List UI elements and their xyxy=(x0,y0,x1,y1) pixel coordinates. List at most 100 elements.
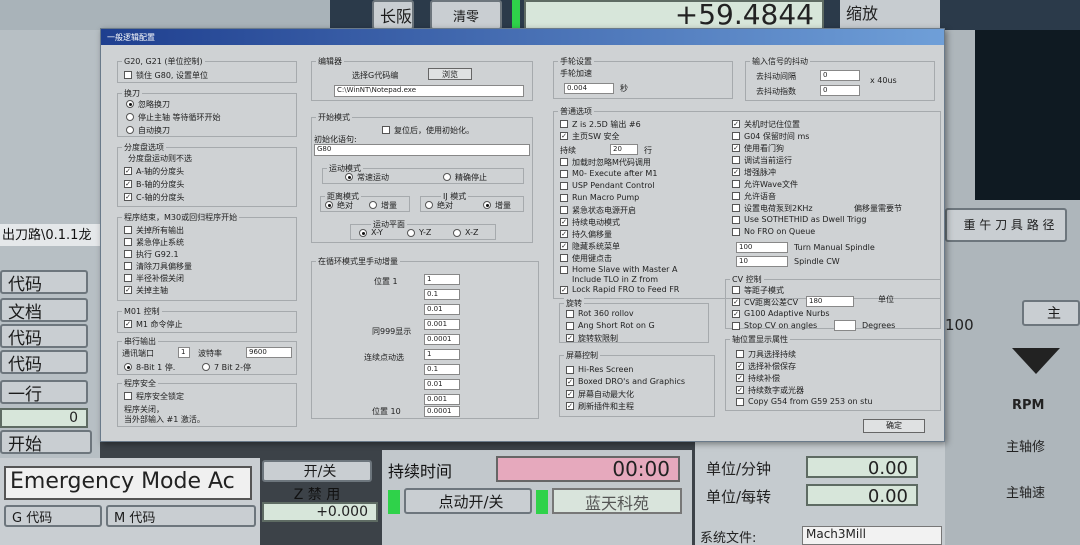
ij-inc-radio[interactable] xyxy=(483,201,491,209)
general-r6-checkbox[interactable] xyxy=(732,192,740,200)
toolchange-radio-stop[interactable] xyxy=(126,113,134,121)
spindle-cw-input[interactable]: 10 xyxy=(736,256,788,267)
b-axis-checkbox[interactable]: ✓ xyxy=(124,180,132,188)
cv-distance-checkbox[interactable]: ✓ xyxy=(732,298,740,306)
general-l3-checkbox[interactable] xyxy=(560,170,568,178)
general-l11-checkbox[interactable] xyxy=(560,266,568,274)
g100-nurbs-checkbox[interactable]: ✓ xyxy=(732,310,740,318)
stop-cv-angles-checkbox[interactable] xyxy=(732,322,740,330)
general-l1-checkbox[interactable]: ✓ xyxy=(560,132,568,140)
general-r7-checkbox[interactable] xyxy=(732,204,740,212)
plane-yz-radio[interactable] xyxy=(407,229,415,237)
general-r2-checkbox[interactable]: ✓ xyxy=(732,144,740,152)
left-button-4[interactable]: 代码 xyxy=(0,350,88,374)
top-button-a[interactable]: 长阪 xyxy=(372,0,414,30)
ok-button[interactable]: 确定 xyxy=(863,419,925,433)
general-l7-checkbox[interactable]: ✓ xyxy=(560,218,568,226)
jog-value-8[interactable]: 0.01 xyxy=(424,379,460,390)
end-g92-checkbox[interactable] xyxy=(124,250,132,258)
persist-comp-checkbox[interactable]: ✓ xyxy=(736,374,744,382)
c-axis-checkbox[interactable]: ✓ xyxy=(124,193,132,201)
refresh-plugins-checkbox[interactable]: ✓ xyxy=(566,402,574,410)
motion-exact-radio[interactable] xyxy=(443,173,451,181)
general-r8-checkbox[interactable] xyxy=(732,216,740,224)
general-r1-checkbox[interactable] xyxy=(732,132,740,140)
rot-soft-limit-checkbox[interactable]: ✓ xyxy=(566,334,574,342)
general-l2-checkbox[interactable] xyxy=(560,158,568,166)
m1-stop-checkbox[interactable]: ✓ xyxy=(124,320,132,328)
general-l6-checkbox[interactable] xyxy=(560,206,568,214)
left-button-5[interactable]: 一行 xyxy=(0,380,88,404)
cv-plasma-checkbox[interactable] xyxy=(732,286,740,294)
gcode-tab[interactable]: G 代码 xyxy=(4,505,102,527)
end-radius-comp-checkbox[interactable] xyxy=(124,274,132,282)
ang-short-rot-checkbox[interactable] xyxy=(566,322,574,330)
mcode-tab[interactable]: M 代码 xyxy=(106,505,256,527)
end-estop-checkbox[interactable] xyxy=(124,238,132,246)
safety-lock-checkbox[interactable] xyxy=(124,392,132,400)
general-r0-checkbox[interactable]: ✓ xyxy=(732,120,740,128)
general-r5-checkbox[interactable] xyxy=(732,180,740,188)
tool-select-persist-checkbox[interactable] xyxy=(736,350,744,358)
persist-digital-checkbox[interactable]: ✓ xyxy=(736,386,744,394)
general-l0-checkbox[interactable] xyxy=(560,120,568,128)
jog-value-1[interactable]: 1 xyxy=(424,274,460,285)
manual-spindle-input[interactable]: 100 xyxy=(736,242,788,253)
debounce-index-input[interactable]: 0 xyxy=(820,85,860,96)
lines-input[interactable]: 20 xyxy=(610,144,638,155)
left-button-2[interactable]: 文档 xyxy=(0,298,88,322)
hires-checkbox[interactable] xyxy=(566,366,574,374)
handwheel-accel-input[interactable]: 0.004 xyxy=(564,83,614,94)
general-l10-checkbox[interactable] xyxy=(560,254,568,262)
distance-abs-radio[interactable] xyxy=(325,201,333,209)
general-r9-checkbox[interactable] xyxy=(732,228,740,236)
jog-value-9[interactable]: 0.001 xyxy=(424,394,460,405)
general-l5-checkbox[interactable] xyxy=(560,194,568,202)
end-outputs-checkbox[interactable] xyxy=(124,226,132,234)
serial-port-input[interactable]: 1 xyxy=(178,347,190,358)
general-r3-checkbox[interactable] xyxy=(732,156,740,164)
debounce-interval-input[interactable]: 0 xyxy=(820,70,860,81)
jog-value-10[interactable]: 0.0001 xyxy=(424,406,460,417)
plane-xy-radio[interactable] xyxy=(359,229,367,237)
init-string-input[interactable]: G80 xyxy=(314,144,530,156)
distance-inc-radio[interactable] xyxy=(369,201,377,209)
boxed-dro-checkbox[interactable]: ✓ xyxy=(566,378,574,386)
bits-7-radio[interactable] xyxy=(202,363,210,371)
jog-onoff-button[interactable]: 点动开/关 xyxy=(404,488,532,514)
zero-x-button[interactable]: 清零 xyxy=(430,0,502,30)
stop-cv-angle-input[interactable] xyxy=(834,320,856,331)
left-button-1[interactable]: 代码 xyxy=(0,270,88,294)
cycle-start-button[interactable]: 开始 xyxy=(0,430,92,454)
toolchange-radio-auto[interactable] xyxy=(126,126,134,134)
auto-maximize-checkbox[interactable]: ✓ xyxy=(566,390,574,398)
toolchange-radio-ignore[interactable] xyxy=(126,100,134,108)
left-button-3[interactable]: 代码 xyxy=(0,324,88,348)
jog-value-4[interactable]: 0.001 xyxy=(424,319,460,330)
plane-xz-radio[interactable] xyxy=(453,229,461,237)
general-l9-checkbox[interactable]: ✓ xyxy=(560,242,568,250)
end-spindle-checkbox[interactable]: ✓ xyxy=(124,286,132,294)
general-l13-checkbox[interactable]: ✓ xyxy=(560,286,568,294)
main-button[interactable]: 主 xyxy=(1022,300,1080,326)
a-axis-checkbox[interactable]: ✓ xyxy=(124,167,132,175)
bits-8-radio[interactable] xyxy=(124,363,132,371)
copy-g54-checkbox[interactable] xyxy=(736,398,744,406)
jog-value-7[interactable]: 0.1 xyxy=(424,364,460,375)
baud-rate-input[interactable]: 9600 xyxy=(246,347,292,358)
onoff-button[interactable]: 开/关 xyxy=(262,460,372,482)
select-comp-save-checkbox[interactable]: ✓ xyxy=(736,362,744,370)
jog-value-3[interactable]: 0.01 xyxy=(424,304,460,315)
cv-distance-input[interactable]: 180 xyxy=(806,296,854,307)
ij-abs-radio[interactable] xyxy=(425,201,433,209)
browse-button[interactable]: 浏览 xyxy=(428,68,472,80)
general-l4-checkbox[interactable] xyxy=(560,182,568,190)
end-tool-offset-checkbox[interactable] xyxy=(124,262,132,270)
jog-value-2[interactable]: 0.1 xyxy=(424,289,460,300)
lock-units-checkbox[interactable] xyxy=(124,71,132,79)
reset-init-checkbox[interactable] xyxy=(382,126,390,134)
general-r4-checkbox[interactable]: ✓ xyxy=(732,168,740,176)
motion-cv-radio[interactable] xyxy=(345,173,353,181)
jog-value-6[interactable]: 1 xyxy=(424,349,460,360)
regen-toolpath-button[interactable]: 重 午 刀 具 路 径 xyxy=(945,208,1067,242)
